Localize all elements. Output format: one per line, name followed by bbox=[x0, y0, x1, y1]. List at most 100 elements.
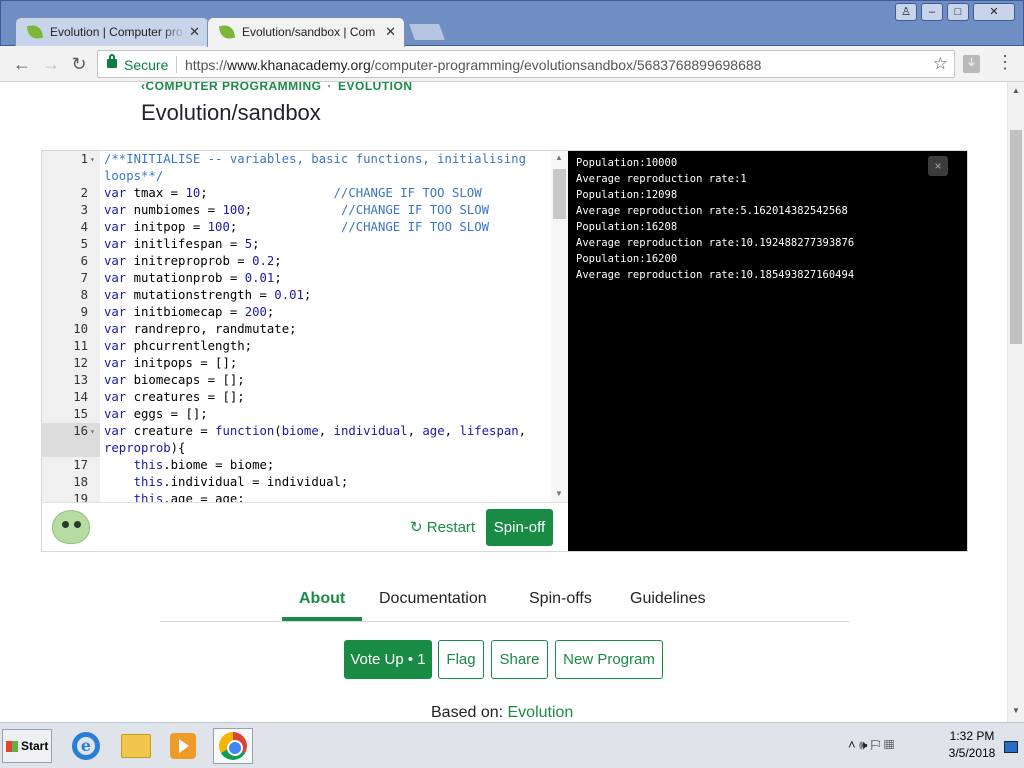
breadcrumb-current[interactable]: EVOLUTION bbox=[338, 82, 413, 93]
console-close-button[interactable]: × bbox=[928, 156, 948, 176]
volume-icon[interactable]: 🕪 bbox=[859, 737, 867, 752]
console-output-line: Population:16200 bbox=[576, 253, 678, 265]
tab-spin-offs[interactable]: Spin-offs bbox=[529, 590, 592, 608]
clock-time: 1:32 PM bbox=[949, 729, 995, 743]
chrome-menu-icon[interactable]: ⋮ bbox=[996, 52, 1014, 73]
fold-arrow-icon[interactable]: ▾ bbox=[90, 423, 95, 440]
line-number: 14 bbox=[73, 390, 88, 404]
code-line[interactable]: 15 var eggs = []; bbox=[42, 406, 551, 423]
code-line[interactable]: 10 var randrepro, randmutate; bbox=[42, 321, 551, 338]
code-line[interactable]: 2 var tmax = 10; //CHANGE IF TOO SLOW bbox=[42, 185, 551, 202]
code-line[interactable]: 16 ▾ var creature = function(biome, indivi… bbox=[42, 423, 551, 440]
code-line[interactable]: 11 var phcurrentlength; bbox=[42, 338, 551, 355]
code-line[interactable]: 13 var biomecaps = []; bbox=[42, 372, 551, 389]
lock-icon bbox=[107, 54, 117, 68]
url-text[interactable]: https://www.khanacademy.org/computer-pro… bbox=[185, 57, 761, 73]
line-number: 9 bbox=[80, 305, 88, 319]
page-scrollbar[interactable]: ▲ ▼ bbox=[1007, 82, 1024, 722]
breadcrumb-parent[interactable]: COMPUTER PROGRAMMING bbox=[146, 82, 322, 93]
internet-explorer-icon[interactable]: e bbox=[66, 728, 106, 764]
code-editor[interactable]: 1 ▾/**INITIALISE -- variables, basic func… bbox=[42, 151, 568, 502]
code-text: var creatures = []; bbox=[104, 390, 245, 404]
code-line[interactable]: 6 var initreproprob = 0.2; bbox=[42, 253, 551, 270]
scroll-down-icon[interactable]: ▼ bbox=[1012, 706, 1020, 715]
line-number: 5 bbox=[80, 237, 88, 251]
media-player-icon[interactable] bbox=[163, 728, 203, 764]
code-line[interactable]: 14 var creatures = []; bbox=[42, 389, 551, 406]
line-number: 7 bbox=[80, 271, 88, 285]
browser-tab-evolution[interactable]: Evolution | Computer pro ✕ bbox=[15, 17, 209, 47]
address-bar[interactable]: Secure https://www.khanacademy.org/compu… bbox=[97, 50, 955, 78]
code-line[interactable]: 3 var numbiomes = 100; //CHANGE IF TOO SL… bbox=[42, 202, 551, 219]
code-line[interactable]: 8 var mutationstrength = 0.01; bbox=[42, 287, 551, 304]
tab-close-icon[interactable]: ✕ bbox=[189, 18, 200, 46]
code-line[interactable]: 1 ▾ /**INITIALISE -- variables, basic func… bbox=[42, 151, 551, 168]
tab-documentation[interactable]: Documentation bbox=[379, 590, 487, 608]
code-line[interactable]: 19 this.age = age; bbox=[42, 491, 551, 502]
code-text: var initpops = []; bbox=[104, 356, 238, 370]
tab-guidelines[interactable]: Guidelines bbox=[630, 590, 706, 608]
code-line[interactable]: loops**/ bbox=[42, 168, 551, 185]
scroll-down-icon[interactable]: ▼ bbox=[555, 489, 563, 498]
console-output-line: Average reproduction rate:1 bbox=[576, 173, 747, 185]
back-arrow-icon[interactable]: ← bbox=[11, 53, 33, 75]
code-text: var numbiomes = 100; //CHANGE IF TOO SLO… bbox=[104, 203, 490, 217]
leaf-favicon-icon bbox=[26, 23, 44, 41]
console-output-line: Average reproduction rate:5.162014382542… bbox=[576, 205, 848, 217]
page-title: Evolution/sandbox bbox=[141, 100, 321, 125]
close-window-button[interactable]: ✕ bbox=[973, 3, 1015, 21]
chrome-taskbar-icon[interactable] bbox=[213, 728, 253, 764]
code-line[interactable]: 4 var initpop = 100; //CHANGE IF TOO SLOW bbox=[42, 219, 551, 236]
code-text: var phcurrentlength; bbox=[104, 339, 253, 353]
browser-tab-sandbox[interactable]: Evolution/sandbox | Com ✕ bbox=[207, 17, 405, 47]
code-text: this.biome = biome; bbox=[133, 458, 275, 472]
bookmark-star-icon[interactable]: ☆ bbox=[933, 54, 948, 74]
new-tab-button[interactable] bbox=[407, 23, 447, 41]
code-scrollbar[interactable]: ▲ ▼ bbox=[551, 151, 568, 502]
code-line[interactable]: 12 var initpops = []; bbox=[42, 355, 551, 372]
network-icon[interactable]: ▦ bbox=[884, 737, 894, 752]
avatar[interactable] bbox=[52, 510, 90, 544]
code-line[interactable]: 5 var initlifespan = 5; bbox=[42, 236, 551, 253]
minimize-button[interactable]: – bbox=[921, 3, 943, 21]
code-line[interactable]: 17 this.biome = biome; bbox=[42, 457, 551, 474]
line-number: 19 bbox=[73, 492, 88, 502]
action-center-flag-icon[interactable]: ⚐ bbox=[871, 737, 880, 752]
start-button[interactable]: Start bbox=[2, 729, 52, 763]
clock-date: 3/5/2018 bbox=[948, 746, 996, 760]
code-line[interactable]: reproprob){ bbox=[42, 440, 551, 457]
vote-up-button[interactable]: Vote Up • 1 bbox=[344, 640, 432, 679]
tab-about[interactable]: About bbox=[299, 590, 345, 608]
file-explorer-icon[interactable] bbox=[116, 728, 156, 764]
code-text: var initbiomecap = 200; bbox=[104, 305, 275, 319]
tab-close-icon[interactable]: ✕ bbox=[385, 18, 396, 46]
line-number: 15 bbox=[73, 407, 88, 421]
share-button[interactable]: Share bbox=[491, 640, 548, 679]
taskbar-clock[interactable]: 1:32 PM 3/5/2018 bbox=[944, 728, 1000, 762]
show-hidden-icons-icon[interactable]: ˄ bbox=[848, 737, 856, 752]
scroll-up-icon[interactable]: ▲ bbox=[555, 153, 563, 162]
new-program-button[interactable]: New Program bbox=[555, 640, 663, 679]
forward-arrow-icon[interactable]: → bbox=[40, 53, 62, 75]
pdf-extension-icon[interactable]: ⏚ bbox=[963, 55, 980, 73]
maximize-button[interactable]: □ bbox=[947, 3, 969, 21]
show-desktop-icon[interactable] bbox=[1004, 741, 1018, 753]
user-profile-icon[interactable]: ♙ bbox=[895, 3, 917, 21]
code-scroll-thumb[interactable] bbox=[553, 169, 566, 219]
program-editor: 1 ▾/**INITIALISE -- variables, basic func… bbox=[41, 150, 968, 552]
code-line[interactable]: 9 var initbiomecap = 200; bbox=[42, 304, 551, 321]
restart-button[interactable]: ↻ Restart bbox=[410, 518, 475, 536]
scroll-up-icon[interactable]: ▲ bbox=[1012, 86, 1020, 95]
spin-off-button[interactable]: Spin-off bbox=[486, 509, 553, 546]
fold-arrow-icon[interactable]: ▾ bbox=[90, 151, 95, 168]
flag-button[interactable]: Flag bbox=[438, 640, 484, 679]
page-scroll-thumb[interactable] bbox=[1010, 130, 1022, 344]
based-on-link[interactable]: Evolution bbox=[508, 704, 574, 721]
code-text: var biomecaps = []; bbox=[104, 373, 245, 387]
code-line[interactable]: 7 var mutationprob = 0.01; bbox=[42, 270, 551, 287]
reload-icon[interactable]: ↻ bbox=[68, 53, 90, 75]
code-line[interactable]: 18 this.individual = individual; bbox=[42, 474, 551, 491]
code-text: var tmax = 10; //CHANGE IF TOO SLOW bbox=[104, 186, 482, 200]
line-number: 17 bbox=[73, 458, 88, 472]
windows-taskbar: Start e ˄ 🕪 ⚐ ▦ 1:32 PM 3/5/2018 bbox=[0, 722, 1024, 768]
